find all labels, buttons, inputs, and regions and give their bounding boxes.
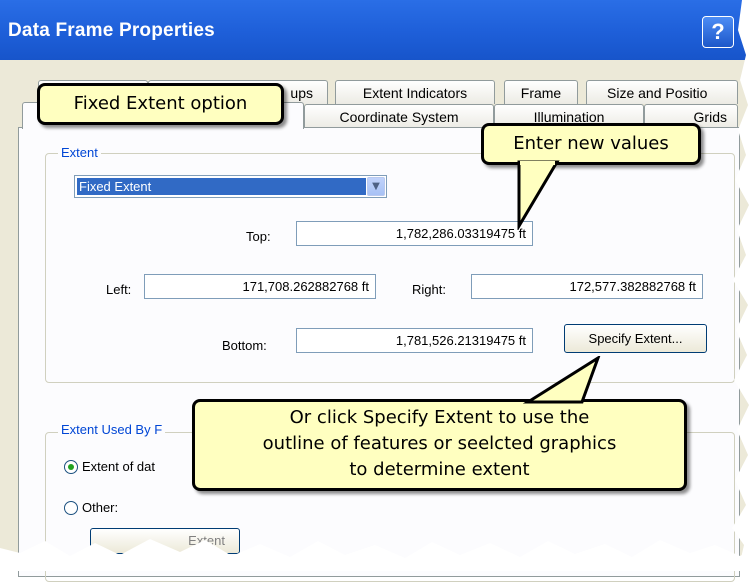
tab-coordinate-system[interactable]: Coordinate System [304, 104, 494, 128]
window-title: Data Frame Properties [8, 20, 215, 41]
callout-specify-extent: Or click Specify Extent to use the outli… [192, 399, 687, 491]
tab-size-and-position[interactable]: Size and Positio [586, 80, 738, 104]
bottom-field[interactable]: 1,781,526.21319475 ft [296, 328, 533, 353]
left-field[interactable]: 171,708.262882768 ft [144, 274, 376, 299]
radio-selected-dot [68, 464, 74, 470]
tab-extent-indicators[interactable]: Extent Indicators [335, 80, 495, 104]
other-extent-button[interactable]: Extent [90, 528, 240, 554]
top-label: Top: [246, 229, 271, 244]
callout-enter-values: Enter new values [481, 123, 701, 165]
extent-of-data-radio[interactable] [64, 460, 78, 474]
extent-mode-value: Fixed Extent [77, 178, 366, 195]
extent-used-by-legend: Extent Used By F [58, 422, 166, 437]
help-button[interactable]: ? [702, 16, 734, 48]
extent-mode-select[interactable]: Fixed Extent ▼ [74, 175, 387, 198]
top-field[interactable]: 1,782,286.03319475 ft [296, 221, 533, 246]
right-label: Right: [412, 282, 446, 297]
callout-specify-line3: to determine extent [349, 459, 530, 480]
callout-enter-values-text: Enter new values [513, 133, 669, 154]
other-label: Other: [82, 500, 119, 515]
extent-legend: Extent [58, 145, 101, 160]
callout-specify-extent-tail [522, 356, 601, 404]
callout-enter-values-tail [517, 160, 560, 230]
chevron-down-icon[interactable]: ▼ [367, 177, 385, 196]
other-radio[interactable] [64, 501, 78, 515]
callout-fixed-extent: Fixed Extent option [37, 83, 284, 125]
tab-frame[interactable]: Frame [504, 80, 578, 104]
right-field[interactable]: 172,577.382882768 ft [471, 274, 703, 299]
extent-of-data-label: Extent of dat [82, 459, 155, 474]
callout-specify-line2: outline of features or seelcted graphics [262, 433, 617, 454]
bottom-label: Bottom: [222, 338, 267, 353]
specify-extent-button[interactable]: Specify Extent... [564, 324, 707, 353]
callout-specify-line1: Or click Specify Extent to use the [289, 407, 590, 428]
left-label: Left: [106, 282, 132, 297]
callout-fixed-extent-text: Fixed Extent option [73, 93, 248, 114]
